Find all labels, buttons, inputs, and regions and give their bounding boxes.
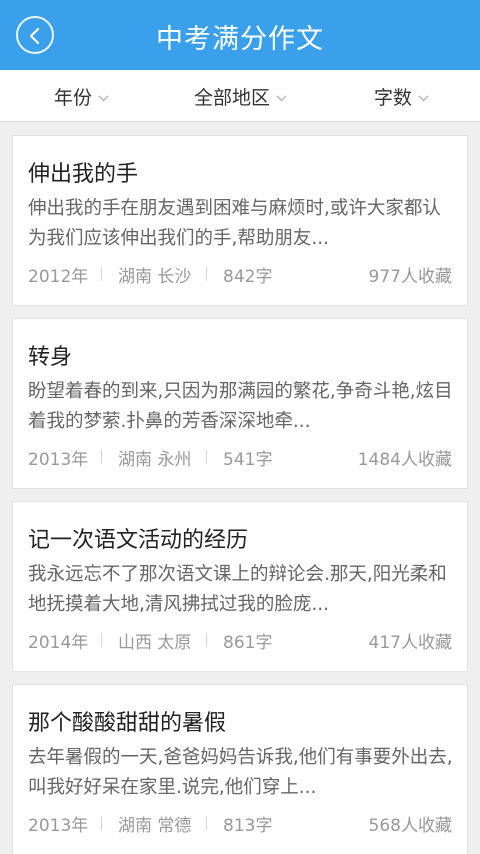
article-year: 2013年 <box>28 816 89 836</box>
article-favorites: 417人收藏 <box>368 633 452 653</box>
article-region: 湖南 永州 <box>118 450 192 470</box>
article-excerpt: 伸出我的手在朋友遇到困难与麻烦时,或许大家都认为我们应该伸出我们的手,帮助朋友.… <box>28 198 441 249</box>
divider <box>206 633 207 647</box>
article-meta: 2013年 湖南 常德 813字 568人收藏 <box>28 811 452 836</box>
article-region: 湖南 常德 <box>118 816 192 836</box>
chevron-down-icon <box>418 85 429 107</box>
filter-region-label: 全部地区 <box>194 86 271 109</box>
article-year: 2014年 <box>28 633 89 653</box>
divider <box>101 816 102 830</box>
divider <box>101 450 102 464</box>
filter-year[interactable]: 年份 <box>54 83 109 109</box>
article-year: 2013年 <box>28 450 89 470</box>
filter-bar: 年份 全部地区 字数 <box>0 70 480 122</box>
filter-wordcount-label: 字数 <box>374 86 413 109</box>
divider <box>206 816 207 830</box>
filter-wordcount[interactable]: 字数 <box>374 83 429 109</box>
article-title: 伸出我的手 <box>28 162 139 187</box>
article-wordcount: 813字 <box>223 816 273 836</box>
divider <box>101 267 102 281</box>
article-favorites: 1484人收藏 <box>357 450 452 470</box>
page-title: 中考满分作文 <box>156 24 324 55</box>
article-excerpt: 盼望着春的到来,只因为那满园的繁花,争奇斗艳,炫目着我的梦萦.扑鼻的芳香深深地牵… <box>28 381 453 432</box>
article-meta: 2013年 湖南 永州 541字 1484人收藏 <box>28 445 452 470</box>
article-meta: 2014年 山西 太原 861字 417人收藏 <box>28 628 452 653</box>
article-excerpt: 我永远忘不了那次语文课上的辩论会.那天,阳光柔和地抚摸着大地,清风拂拭过我的脸庞… <box>28 564 447 615</box>
divider <box>101 633 102 647</box>
article-region: 湖南 长沙 <box>118 267 192 287</box>
app-header: 中考满分作文 <box>0 0 480 70</box>
article-year: 2012年 <box>28 267 89 287</box>
article-favorites: 568人收藏 <box>368 816 452 836</box>
article-title: 那个酸酸甜甜的暑假 <box>28 711 227 736</box>
article-favorites: 977人收藏 <box>368 267 452 287</box>
article-title: 转身 <box>28 345 73 370</box>
divider <box>206 450 207 464</box>
chevron-down-icon <box>276 85 287 107</box>
article-card[interactable]: 转身 盼望着春的到来,只因为那满园的繁花,争奇斗艳,炫目着我的梦萦.扑鼻的芳香深… <box>12 318 468 489</box>
chevron-down-icon <box>98 85 109 107</box>
article-excerpt: 去年暑假的一天,爸爸妈妈告诉我,他们有事要外出去,叫我好好呆在家里.说完,他们穿… <box>28 747 453 798</box>
article-card[interactable]: 记一次语文活动的经历 我永远忘不了那次语文课上的辩论会.那天,阳光柔和地抚摸着大… <box>12 501 468 672</box>
article-card[interactable]: 伸出我的手 伸出我的手在朋友遇到困难与麻烦时,或许大家都认为我们应该伸出我们的手… <box>12 135 468 306</box>
article-wordcount: 861字 <box>223 633 273 653</box>
filter-region[interactable]: 全部地区 <box>194 83 287 109</box>
article-region: 山西 太原 <box>118 633 192 653</box>
article-wordcount: 541字 <box>223 450 273 470</box>
article-card[interactable]: 那个酸酸甜甜的暑假 去年暑假的一天,爸爸妈妈告诉我,他们有事要外出去,叫我好好呆… <box>12 684 468 854</box>
filter-year-label: 年份 <box>54 86 93 109</box>
article-meta: 2012年 湖南 长沙 842字 977人收藏 <box>28 262 452 287</box>
divider <box>206 267 207 281</box>
article-title: 记一次语文活动的经历 <box>28 528 249 553</box>
article-wordcount: 842字 <box>223 267 273 287</box>
